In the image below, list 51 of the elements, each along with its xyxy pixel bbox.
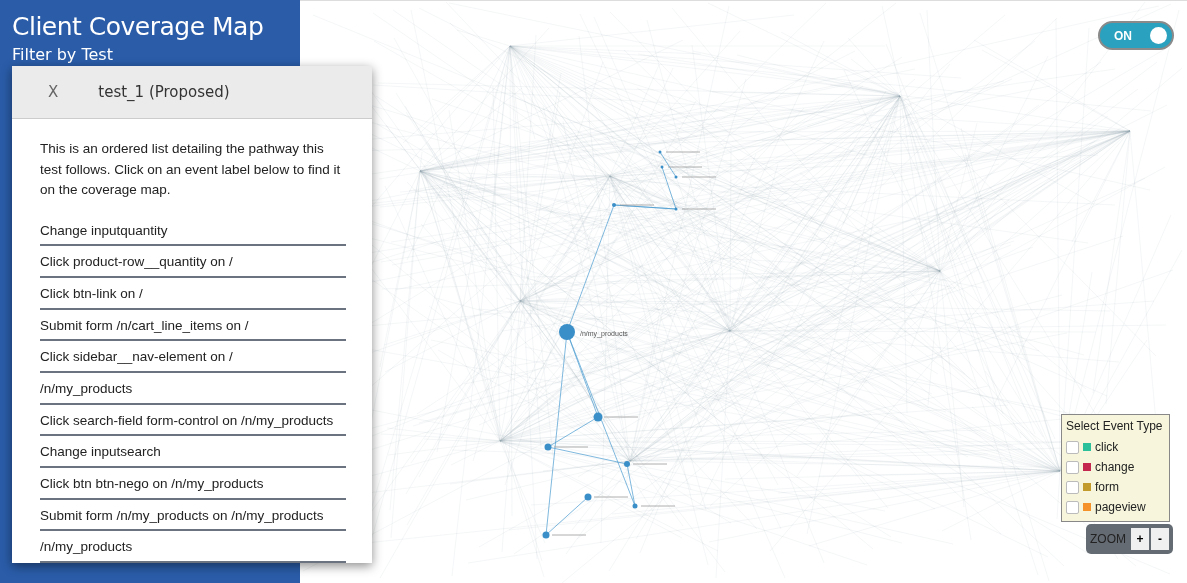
graph-node[interactable] <box>674 207 678 211</box>
node-label-mark <box>640 505 676 507</box>
event-type-checkbox[interactable] <box>1066 440 1079 454</box>
graph-node[interactable] <box>624 461 630 467</box>
zoom-button[interactable]: + <box>1131 528 1149 550</box>
graph-node[interactable] <box>584 493 592 501</box>
node-label-mark <box>603 416 639 418</box>
event-item[interactable]: Submit form /n/my_products on /n/my_products <box>40 499 346 532</box>
event-item[interactable]: Click btn btn-nego on /n/my_products <box>40 468 346 500</box>
zoom-button[interactable]: - <box>1151 528 1169 550</box>
graph-node[interactable] <box>674 175 678 179</box>
event-item[interactable]: Change inputsearch <box>40 436 346 468</box>
event-item[interactable]: Change inputquantity <box>40 214 346 247</box>
node-label-mark <box>632 463 668 465</box>
graph-node[interactable] <box>542 531 550 539</box>
event-item[interactable]: Click search-field form-control on /n/my_products <box>40 404 346 437</box>
event-item[interactable]: Click sidebar__nav-element on / <box>40 341 346 373</box>
node-label-mark <box>553 446 589 448</box>
graph-node[interactable] <box>559 324 575 340</box>
graph-node[interactable] <box>658 150 662 154</box>
event-type-checkbox[interactable] <box>1066 500 1079 514</box>
legend-title: Select Event Type <box>1066 419 1164 433</box>
dialog-description: This is an ordered list detailing the pathway this test follows. Click on an event label below to find it on the coverage map. <box>40 140 342 199</box>
event-type-checkbox[interactable] <box>1066 480 1079 494</box>
graph-node[interactable] <box>544 443 552 451</box>
filter-label: Filter by Test <box>12 45 114 64</box>
node-label-mark <box>667 166 703 168</box>
graph-node[interactable] <box>632 503 638 509</box>
zoom-label: ZOOM <box>1090 532 1126 546</box>
node-label-mark <box>551 534 587 536</box>
event-item[interactable]: Click btn-link on / <box>40 277 346 310</box>
node-label-mark <box>665 151 701 153</box>
event-item[interactable]: /n/my_products <box>40 372 346 405</box>
event-type-label: form <box>1095 480 1119 494</box>
node-label-mark <box>681 176 717 178</box>
event-type-checkbox[interactable] <box>1066 460 1079 474</box>
close-button[interactable]: X <box>46 83 61 101</box>
app-title: Client Coverage Map <box>12 12 265 41</box>
node-label-mark <box>593 496 629 498</box>
dialog-title: test_1 (Proposed) <box>98 83 230 101</box>
event-type-label: pageview <box>1095 500 1146 514</box>
event-item[interactable]: Submit form /n/cart_line_items on / <box>40 309 346 342</box>
graph-node[interactable] <box>660 165 664 169</box>
event-type-label: change <box>1095 460 1135 474</box>
node-label-mark <box>619 204 655 206</box>
node-label-mark <box>681 208 717 210</box>
event-type-label: click <box>1095 440 1119 454</box>
event-item[interactable]: /n/my_products <box>40 531 346 563</box>
graph-node[interactable] <box>593 412 603 422</box>
event-item[interactable]: Click product-row__quantity on / <box>40 246 346 278</box>
graph-node[interactable] <box>612 203 616 207</box>
